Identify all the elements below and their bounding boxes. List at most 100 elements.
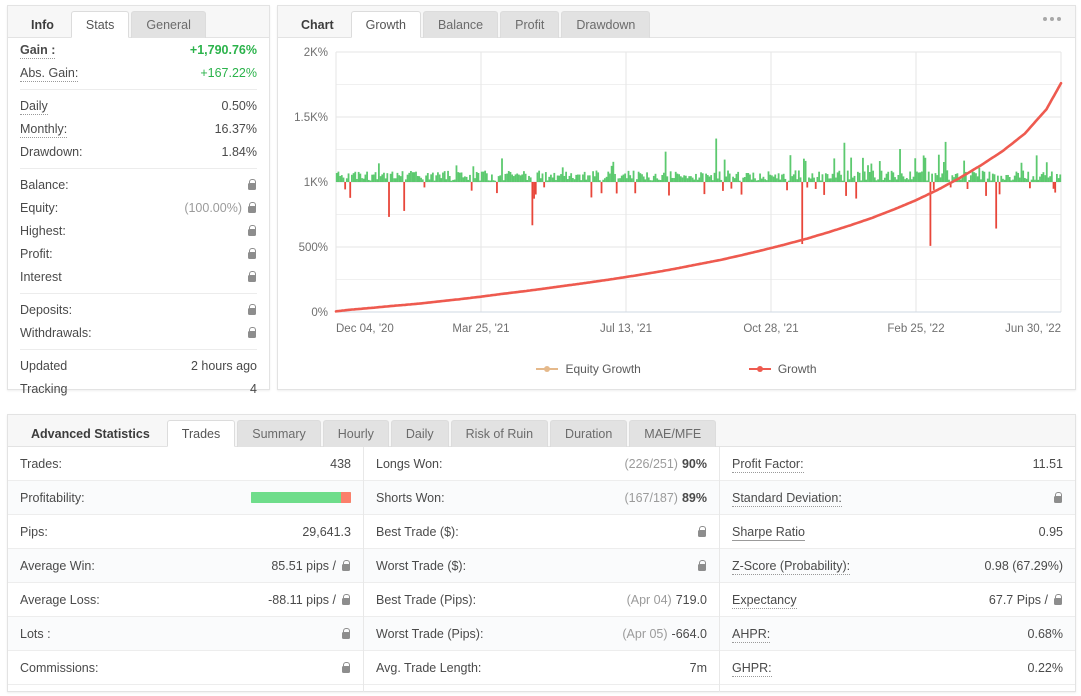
tab-stats[interactable]: Stats (71, 11, 130, 38)
table-row: Profitability: (8, 481, 363, 515)
stat-label: Balance: (20, 178, 69, 192)
stat-value (340, 662, 351, 674)
sidebar-body: Gain :+1,790.76%Abs. Gain:+167.22% Daily… (8, 38, 269, 400)
stat-value: (226/251)90% (624, 457, 707, 471)
lock-icon (1052, 492, 1063, 504)
tab-mae-mfe[interactable]: MAE/MFE (629, 420, 716, 447)
tab-summary[interactable]: Summary (237, 420, 320, 447)
stat-value-text: 0.95 (1039, 525, 1063, 539)
tab-trades[interactable]: Trades (167, 420, 235, 447)
growth-chart-panel: ChartGrowthBalanceProfitDrawdown 0%500%1… (277, 5, 1076, 390)
stats-column-3: Profit Factor: 11.51 Standard Deviation: Sh… (719, 447, 1075, 692)
stat-label[interactable]: AHPR: (732, 627, 770, 641)
stat-value: 29,641.3 (302, 525, 351, 539)
stat-value: +1,790.76% (190, 43, 257, 57)
stat-value: (Apr 04)719.0 (627, 593, 707, 607)
stat-row: Gain : +1,790.76% (20, 38, 257, 61)
stat-value: (167/187)89% (624, 491, 707, 505)
stat-value: -88.11 pips / (268, 593, 351, 607)
stat-label[interactable]: Profit Factor: (732, 457, 804, 471)
stat-value-text: -664.0 (672, 627, 707, 641)
lock-icon (246, 327, 257, 339)
stat-label[interactable]: Daily (20, 99, 48, 113)
lock-icon (340, 628, 351, 640)
stat-label[interactable]: Standard Deviation: (732, 491, 842, 505)
tab-daily[interactable]: Daily (391, 420, 449, 447)
myfxbook-account-page: InfoStatsGeneral Gain : +1,790.76% Abs. Ga… (0, 0, 1081, 696)
stat-value (246, 327, 257, 339)
stat-value (246, 304, 257, 316)
stat-row: Profit: (20, 242, 257, 265)
stat-row: Daily0.50% (20, 94, 257, 117)
tab-hourly[interactable]: Hourly (323, 420, 389, 447)
tab-risk-of-ruin[interactable]: Risk of Ruin (451, 420, 548, 447)
stat-value (696, 560, 707, 572)
lock-icon (246, 304, 257, 316)
stat-value-text: 29,641.3 (302, 525, 351, 539)
kebab-icon[interactable] (1043, 17, 1061, 21)
divider (20, 293, 257, 294)
stat-label: Worst Trade ($): (376, 559, 466, 573)
stat-label[interactable]: Z-Score (Probability): (732, 559, 850, 573)
stat-label[interactable]: GHPR: (732, 661, 772, 675)
stat-row: Interest (20, 265, 257, 288)
stat-value: 4 (250, 382, 257, 396)
tab-growth[interactable]: Growth (351, 11, 421, 38)
stats-columns: Trades:438Profitability:Pips:29,641.3Ave… (8, 447, 1075, 692)
table-row: Average Win: 85.51 pips / (8, 549, 363, 583)
stat-label: Profitability: (20, 491, 85, 505)
sidebar-funds-group: Deposits:Withdrawals: (20, 298, 257, 344)
svg-text:500%: 500% (299, 242, 328, 254)
tab-info[interactable]: Info (16, 11, 69, 38)
growth-chart-svg[interactable]: 0%500%1K%1.5K%2K%Dec 04, '20Mar 25, '21J… (278, 38, 1075, 390)
stat-value: 67.7 Pips / (989, 593, 1063, 607)
tab-drawdown[interactable]: Drawdown (561, 11, 650, 38)
lock-icon (246, 248, 257, 260)
legend-label: Growth (778, 362, 817, 376)
stat-label[interactable]: Expectancy (732, 593, 797, 607)
stat-value: 11.51 (1033, 457, 1063, 471)
legend-item[interactable]: Growth (749, 362, 817, 376)
stat-value-text: -88.11 pips / (268, 593, 336, 607)
stats-column-1: Trades:438Profitability:Pips:29,641.3Ave… (8, 447, 363, 692)
tab-chart[interactable]: Chart (286, 11, 349, 38)
stat-label: Worst Trade (Pips): (376, 627, 483, 641)
sidebar-meta-group: Updated2 hours agoTracking4 (20, 354, 257, 400)
tab-general[interactable]: General (131, 11, 205, 38)
lock-icon (246, 202, 257, 214)
stat-label[interactable]: Abs. Gain: (20, 66, 78, 80)
chart-plot-area[interactable]: 0%500%1K%1.5K%2K%Dec 04, '20Mar 25, '21J… (278, 38, 1075, 390)
stat-row: Updated2 hours ago (20, 354, 257, 377)
table-row: Standard Deviation: (720, 481, 1075, 515)
stat-label: Equity: (20, 201, 58, 215)
tab-advanced-statistics[interactable]: Advanced Statistics (16, 420, 165, 447)
stat-label: Interest (20, 270, 62, 284)
stats-column-2: Longs Won:(226/251)90%Shorts Won:(167/18… (363, 447, 719, 692)
lock-icon (696, 560, 707, 572)
stat-value: 0.68% (1028, 627, 1063, 641)
stat-value (1052, 492, 1063, 504)
profitability-win-segment (251, 492, 341, 503)
stat-label[interactable]: Sharpe Ratio (732, 525, 805, 539)
table-row: Pips:29,641.3 (8, 515, 363, 549)
table-row: Shorts Won:(167/187)89% (364, 481, 719, 515)
tab-duration[interactable]: Duration (550, 420, 627, 447)
stat-value-text: 11.51 (1033, 457, 1063, 471)
stat-value-text: 85.51 pips / (271, 559, 336, 573)
stat-label: Commissions: (20, 661, 99, 675)
svg-text:1K%: 1K% (304, 177, 328, 189)
stat-label: Average Win: (20, 559, 95, 573)
tab-balance[interactable]: Balance (423, 11, 498, 38)
stat-row: Monthly:16.37% (20, 117, 257, 140)
stat-value: (Apr 05)-664.0 (622, 627, 707, 641)
svg-text:Mar 25, '21: Mar 25, '21 (452, 323, 509, 335)
stat-label[interactable]: Gain : (20, 43, 55, 57)
lock-icon (696, 526, 707, 538)
table-row: Expectancy 67.7 Pips / (720, 583, 1075, 617)
stat-label[interactable]: Monthly: (20, 122, 67, 136)
stat-value (246, 225, 257, 237)
stat-label: Best Trade ($): (376, 525, 459, 539)
tab-profit[interactable]: Profit (500, 11, 559, 38)
stat-value (251, 492, 351, 503)
legend-item[interactable]: Equity Growth (536, 362, 640, 376)
